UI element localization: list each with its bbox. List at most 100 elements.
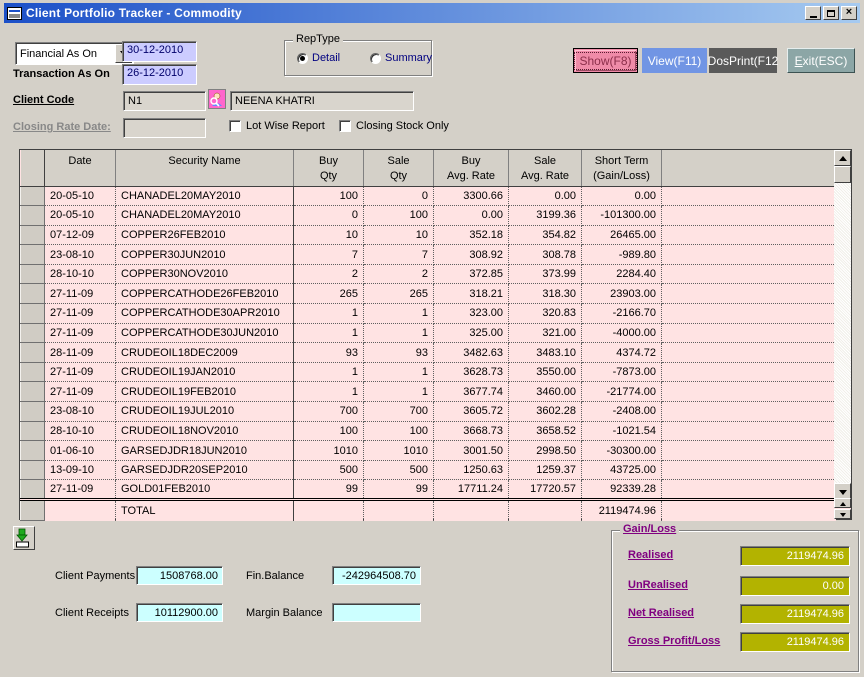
checkbox-icon (339, 120, 351, 132)
row-selector[interactable] (21, 500, 45, 521)
row-selector[interactable] (21, 343, 45, 363)
financial-date-field[interactable]: 30-12-2010 (122, 41, 197, 62)
row-selector[interactable] (21, 186, 45, 206)
row-selector[interactable] (21, 304, 45, 324)
cell: 3677.74 (434, 382, 509, 402)
col-header-sale-qty[interactable]: Sale Qty (364, 150, 434, 186)
cell: COPPERCATHODE30APR2010 (116, 304, 294, 324)
client-code-input[interactable] (123, 91, 206, 111)
net-realised-label: Net Realised (628, 607, 694, 619)
cell: 3001.50 (434, 441, 509, 461)
grid-vertical-scrollbar[interactable] (834, 150, 851, 499)
col-header-buy-qty[interactable]: Buy Qty (294, 150, 364, 186)
client-payments-field[interactable] (136, 566, 223, 585)
row-selector[interactable] (21, 382, 45, 402)
spin-down-button[interactable] (834, 509, 851, 519)
cell: 3460.00 (509, 382, 582, 402)
financial-as-on-select[interactable]: Financial As On (15, 42, 134, 65)
row-selector[interactable] (21, 402, 45, 422)
radio-detail[interactable]: Detail (297, 52, 340, 64)
table-row[interactable]: 01-06-10GARSEDJDR18JUN2010101010103001.5… (21, 441, 836, 461)
col-header-date[interactable]: Date (45, 150, 116, 186)
view-button[interactable]: View(F11) (642, 48, 707, 73)
table-row[interactable]: 28-10-10COPPER30NOV201022372.85373.99228… (21, 264, 836, 284)
show-button[interactable]: Show(F8) (573, 48, 638, 73)
cell: 321.00 (509, 323, 582, 343)
closing-stock-only-label: Closing Stock Only (356, 120, 449, 132)
scroll-up-button[interactable] (834, 150, 851, 166)
table-row[interactable]: 28-11-09CRUDEOIL18DEC200993933482.633483… (21, 343, 836, 363)
table-row[interactable]: 20-05-10CHANADEL20MAY201010003300.660.00… (21, 186, 836, 206)
total-row-spinner[interactable] (834, 498, 851, 519)
row-selector[interactable] (21, 460, 45, 480)
row-selector[interactable] (21, 225, 45, 245)
table-row[interactable]: 23-08-10COPPER30JUN201077308.92308.78-98… (21, 245, 836, 265)
table-row[interactable]: 13-09-10GARSEDJDR20SEP20105005001250.631… (21, 460, 836, 480)
cell: 1 (364, 382, 434, 402)
row-selector[interactable] (21, 206, 45, 226)
scroll-down-button[interactable] (834, 483, 851, 499)
row-selector[interactable] (21, 284, 45, 304)
row-selector[interactable] (21, 245, 45, 265)
filler-cell (662, 264, 836, 284)
cell: 1 (364, 304, 434, 324)
col-header-buy-avg-rate[interactable]: Buy Avg. Rate (434, 150, 509, 186)
cell: CRUDEOIL18DEC2009 (116, 343, 294, 363)
closing-stock-only-checkbox[interactable]: Closing Stock Only (339, 120, 449, 132)
gainloss-panel: Gain/Loss Realised 2119474.96 UnRealised… (611, 530, 859, 672)
cell: 265 (294, 284, 364, 304)
margin-balance-field[interactable] (332, 603, 421, 622)
transaction-date-field[interactable]: 26-12-2010 (122, 64, 197, 85)
row-selector[interactable] (21, 264, 45, 284)
row-selector[interactable] (21, 421, 45, 441)
col-header-filler (662, 150, 836, 186)
cell: 323.00 (434, 304, 509, 324)
radio-detail-label: Detail (312, 52, 340, 64)
client-payments-label: Client Payments (55, 570, 135, 582)
exit-button[interactable]: Exit(ESC) (787, 48, 855, 73)
cell: 1 (294, 362, 364, 382)
table-row[interactable]: 27-11-09CRUDEOIL19JAN2010113628.733550.0… (21, 362, 836, 382)
cell: 13-09-10 (45, 460, 116, 480)
radio-summary[interactable]: Summary (370, 52, 432, 64)
close-button[interactable]: × (841, 6, 857, 20)
cell: 3602.28 (509, 402, 582, 422)
col-header-short-term[interactable]: Short Term (Gain/Loss) (582, 150, 662, 186)
scrollbar-thumb[interactable] (834, 166, 851, 183)
filler-cell (662, 186, 836, 206)
table-row[interactable]: 28-10-10CRUDEOIL18NOV20101001003668.7336… (21, 421, 836, 441)
cell: COPPER30NOV2010 (116, 264, 294, 284)
filler-cell (662, 460, 836, 480)
col-header-sale-avg-rate[interactable]: Sale Avg. Rate (509, 150, 582, 186)
spin-up-button[interactable] (834, 498, 851, 508)
row-selector[interactable] (21, 362, 45, 382)
col-header-security-name[interactable]: Security Name (116, 150, 294, 186)
client-receipts-field[interactable] (136, 603, 223, 622)
row-selector[interactable] (21, 480, 45, 500)
arrow-down-icon (840, 513, 846, 517)
maximize-button[interactable] (823, 6, 839, 20)
fin-balance-field[interactable] (332, 566, 421, 585)
table-row[interactable]: 27-11-09COPPERCATHODE30APR201011323.0032… (21, 304, 836, 324)
table-row[interactable]: 20-05-10CHANADEL20MAY201001000.003199.36… (21, 206, 836, 226)
grid-body: 20-05-10CHANADEL20MAY201010003300.660.00… (21, 186, 836, 500)
row-selector[interactable] (21, 441, 45, 461)
lot-wise-report-checkbox[interactable]: Lot Wise Report (229, 120, 325, 132)
cell: -21774.00 (582, 382, 662, 402)
table-row[interactable]: 07-12-09COPPER26FEB20101010352.18354.822… (21, 225, 836, 245)
export-button[interactable] (13, 526, 35, 550)
cell: -989.80 (582, 245, 662, 265)
table-row[interactable]: 27-11-09GOLD01FEB2010999917711.2417720.5… (21, 480, 836, 500)
client-search-button[interactable] (208, 89, 226, 109)
cell: 2998.50 (509, 441, 582, 461)
row-selector[interactable] (21, 323, 45, 343)
table-row[interactable]: 27-11-09CRUDEOIL19FEB2010113677.743460.0… (21, 382, 836, 402)
dosprint-button[interactable]: DosPrint(F12 (709, 48, 777, 73)
table-row[interactable]: 27-11-09COPPERCATHODE26FEB2010265265318.… (21, 284, 836, 304)
cell: 3668.73 (434, 421, 509, 441)
table-row[interactable]: 27-11-09COPPERCATHODE30JUN201011325.0032… (21, 323, 836, 343)
cell: 700 (294, 402, 364, 422)
table-row[interactable]: 23-08-10CRUDEOIL19JUL20107007003605.7236… (21, 402, 836, 422)
minimize-button[interactable] (805, 6, 821, 20)
arrow-down-icon (839, 490, 847, 495)
